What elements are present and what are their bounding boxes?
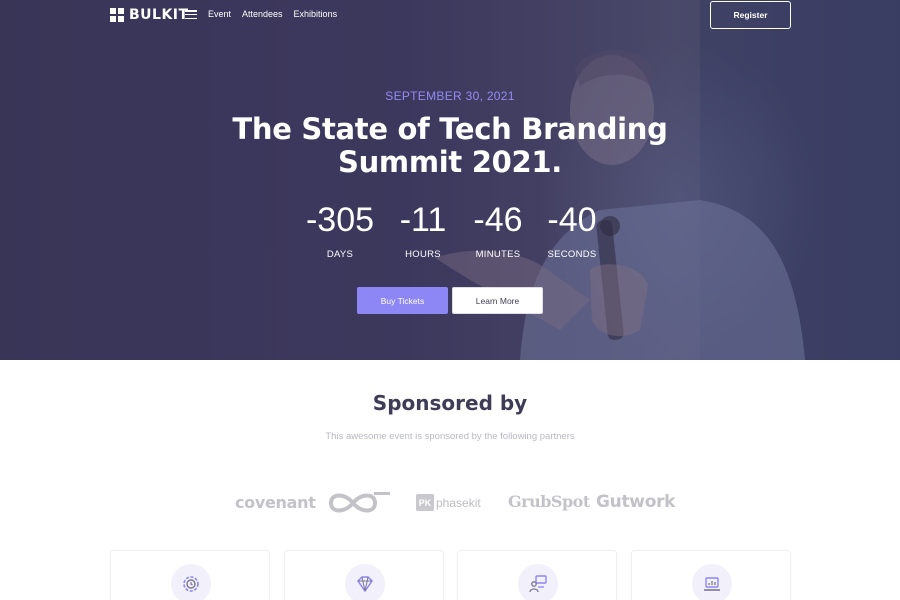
presentation-icon xyxy=(518,564,558,600)
diamond-icon xyxy=(345,564,385,600)
top-navbar: BULKIT Event Attendees Exhibitions Regis… xyxy=(0,0,900,30)
sponsor-logo-infinity xyxy=(327,489,395,517)
register-button[interactable]: Register xyxy=(710,1,791,29)
feature-card xyxy=(284,550,444,600)
phasekit-badge: PK xyxy=(416,494,434,511)
event-title: The State of Tech Branding Summit 2021. xyxy=(232,112,668,179)
brand-logo[interactable]: BULKIT xyxy=(110,7,189,23)
event-date: SEPTEMBER 30, 2021 xyxy=(385,89,515,103)
sponsor-logo-covenant: covenant xyxy=(235,493,316,512)
countdown-days-value: -305 xyxy=(305,201,375,239)
countdown-minutes-value: -46 xyxy=(473,201,523,239)
brand-name: BULKIT xyxy=(129,7,189,23)
countdown-seconds: -40 SECONDS xyxy=(532,200,612,260)
sponsors-title: Sponsored by xyxy=(372,391,528,415)
hero-overlay xyxy=(0,0,900,360)
feature-card xyxy=(631,550,791,600)
nav-link-event[interactable]: Event xyxy=(208,9,231,19)
nav-link-exhibitions[interactable]: Exhibitions xyxy=(294,9,338,19)
sponsor-logo-grubspot: GrubSpot xyxy=(508,492,590,511)
nav-link-attendees[interactable]: Attendees xyxy=(242,9,283,19)
countdown-hours-value: -11 xyxy=(399,201,447,239)
phasekit-wordmark: phasekit xyxy=(436,495,481,510)
nav-links: Event Attendees Exhibitions xyxy=(208,9,337,19)
gear-icon xyxy=(171,564,211,600)
feature-card xyxy=(457,550,617,600)
countdown-minutes-label: MINUTES xyxy=(475,249,521,260)
feature-card xyxy=(110,550,270,600)
countdown-seconds-value: -40 xyxy=(547,201,597,239)
infinity-logo-icon xyxy=(328,492,390,513)
countdown-minutes: -46 MINUTES xyxy=(458,200,538,260)
countdown-timer: -305 DAYS -11 HOURS -46 MINUTES -40 SECO… xyxy=(300,200,610,270)
hero-section xyxy=(0,0,900,360)
learn-more-button[interactable]: Learn More xyxy=(452,287,543,314)
hamburger-menu-icon[interactable] xyxy=(185,10,197,20)
countdown-hours-label: HOURS xyxy=(405,249,441,260)
countdown-days: -305 DAYS xyxy=(300,200,380,260)
countdown-hours: -11 HOURS xyxy=(383,200,463,260)
countdown-seconds-label: SECONDS xyxy=(547,249,597,260)
countdown-days-label: DAYS xyxy=(326,249,354,260)
sponsor-logo-gutwork: Gutwork xyxy=(596,492,676,512)
sponsors-subtitle: This awesome event is sponsored by the f… xyxy=(325,431,575,442)
buy-tickets-button[interactable]: Buy Tickets xyxy=(357,287,448,314)
brand-grid-icon xyxy=(110,8,124,22)
laptop-chart-icon xyxy=(692,564,732,600)
sponsor-logo-phasekit: PK phasekit xyxy=(416,494,481,511)
